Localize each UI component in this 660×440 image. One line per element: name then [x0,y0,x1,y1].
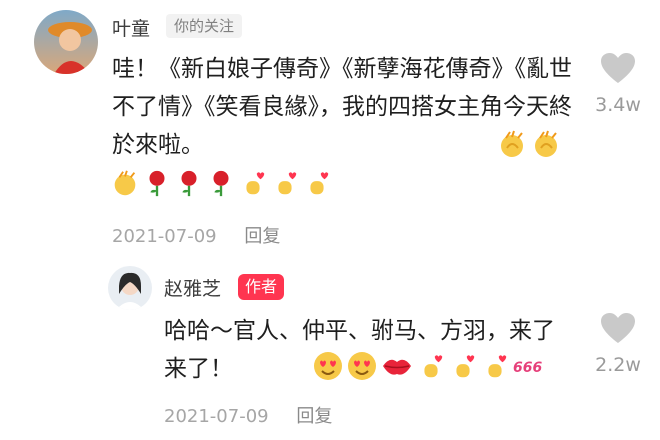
like-count: 3.4w [595,94,641,116]
heart-icon[interactable] [600,52,636,84]
finger-heart-icon [456,355,475,378]
username[interactable]: 赵雅芝 [164,274,221,301]
666-icon: 666 [513,360,542,376]
like-count: 2.2w [595,354,641,376]
clap-icon [535,130,557,157]
heart-icon[interactable] [600,312,636,344]
rose-icon [213,170,229,197]
finger-heart-icon [246,172,265,195]
finger-heart-icon [278,172,297,195]
comment-date: 2021-07-09 [164,406,269,427]
avatar-zhaoyazhi[interactable] [108,266,152,310]
rose-icon [181,170,197,197]
emoji-row: 666 [312,350,544,382]
heart-eyes-icon [314,352,342,380]
inline-emojis [496,128,562,160]
comment-meta: 2021-07-09 回复 [164,402,332,428]
like-button[interactable]: 3.4w [578,52,658,116]
finger-heart-icon [488,355,507,378]
following-tag: 你的关注 [166,14,243,38]
username[interactable]: 叶童 [112,14,150,41]
reply-button[interactable]: 回复 [296,406,332,427]
comment-meta: 2021-07-09 回复 [112,222,280,248]
avatar-yetong[interactable] [34,10,98,74]
author-tag: 作者 [238,274,285,300]
kiss-lips-icon [383,359,411,375]
rose-icon [149,170,165,197]
emoji-row [110,168,332,198]
clap-icon [501,130,523,157]
like-button[interactable]: 2.2w [578,312,658,376]
svg-text:666: 666 [513,360,542,376]
clap-icon [114,170,136,196]
heart-eyes-icon [348,352,376,380]
reply-button[interactable]: 回复 [244,226,280,247]
finger-heart-icon [424,355,443,378]
comment-date: 2021-07-09 [112,226,217,247]
finger-heart-icon [310,172,329,195]
